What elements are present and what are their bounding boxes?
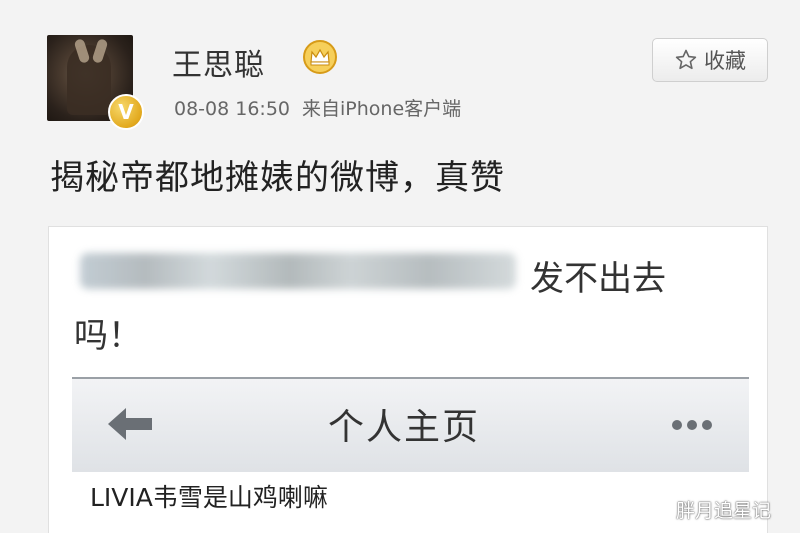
profile-name: LIVIA韦雪是山鸡喇嘛 xyxy=(90,483,328,512)
verified-badge: V xyxy=(108,94,144,130)
nav-title: 个人主页 xyxy=(328,407,481,448)
star-icon xyxy=(675,49,697,70)
post-meta: 08-08 16:50 来自iPhone客户端 xyxy=(174,94,461,121)
crown-icon xyxy=(303,40,337,74)
favorite-button[interactable]: 收藏 xyxy=(652,38,768,82)
embedded-text-line1: 发不出去 xyxy=(530,259,666,299)
post-text: 揭秘帝都地摊婊的微博，真赞 xyxy=(50,158,505,198)
arrow-left-icon[interactable] xyxy=(106,404,154,444)
watermark: 胖月追星记 xyxy=(676,500,772,522)
embedded-text-line2: 吗！ xyxy=(74,316,142,356)
more-dots-icon[interactable] xyxy=(670,418,714,432)
favorite-label: 收藏 xyxy=(704,49,746,73)
blurred-text xyxy=(80,253,516,289)
post-time[interactable]: 08-08 16:50 xyxy=(174,98,290,120)
post-source[interactable]: 来自iPhone客户端 xyxy=(302,98,461,120)
username[interactable]: 王思聪 xyxy=(172,40,265,84)
